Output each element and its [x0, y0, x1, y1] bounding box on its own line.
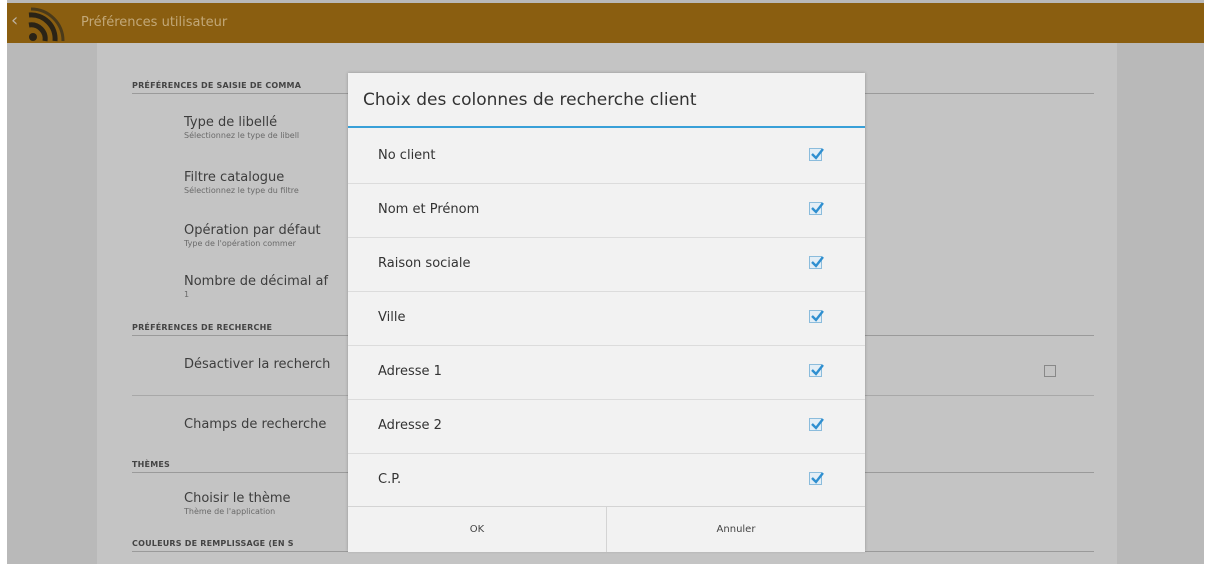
ok-button[interactable]: OK — [348, 507, 607, 552]
search-columns-dialog: Choix des colonnes de recherche client N… — [348, 73, 865, 552]
pref-summary: Sélectionnez le type du filtre — [184, 186, 299, 195]
pref-summary: Sélectionnez le type de libell — [184, 131, 300, 140]
checkmark-icon — [811, 472, 824, 484]
checkbox-checked[interactable] — [809, 418, 824, 431]
checkbox-checked[interactable] — [809, 256, 824, 269]
page-title: Préférences utilisateur — [81, 15, 228, 30]
list-item[interactable]: C.P. — [348, 453, 865, 507]
list-item[interactable]: Adresse 1 — [348, 345, 865, 400]
pref-choisir-theme[interactable]: Choisir le thème Thème de l'application — [184, 491, 290, 516]
list-item-label: Ville — [378, 310, 406, 325]
pref-filtre-catalogue[interactable]: Filtre catalogue Sélectionnez le type du… — [184, 170, 299, 195]
pref-title: Type de libellé — [184, 115, 278, 130]
list-item[interactable]: Raison sociale — [348, 237, 865, 292]
list-item-label: Raison sociale — [378, 256, 471, 271]
checkbox-checked[interactable] — [809, 364, 824, 377]
checkmark-icon — [811, 202, 824, 214]
list-item[interactable]: No client — [348, 129, 865, 184]
list-item-label: C.P. — [378, 472, 402, 487]
pref-nombre-decimal[interactable]: Nombre de décimal af 1 — [184, 274, 328, 299]
list-item-label: No client — [378, 148, 436, 163]
pref-title: Opération par défaut — [184, 223, 321, 238]
list-item[interactable]: Ville — [348, 291, 865, 346]
pref-desactiver-recherche[interactable]: Désactiver la recherch — [184, 357, 330, 372]
pref-title: Nombre de décimal af — [184, 274, 329, 289]
pref-title: Désactiver la recherch — [184, 357, 331, 372]
checkbox-checked[interactable] — [809, 202, 824, 215]
pref-operation-defaut[interactable]: Opération par défaut Type de l'opération… — [184, 223, 321, 248]
pref-title: Champs de recherche — [184, 417, 327, 432]
pref-summary: 1 — [184, 290, 190, 299]
checkbox-checked[interactable] — [809, 310, 824, 323]
pref-type-libelle[interactable]: Type de libellé Sélectionnez le type de … — [184, 115, 299, 140]
list-item-label: Adresse 1 — [378, 364, 442, 379]
dialog-title: Choix des colonnes de recherche client — [363, 90, 697, 110]
checkmark-icon — [811, 256, 824, 268]
list-item[interactable]: Adresse 2 — [348, 399, 865, 454]
pref-title: Filtre catalogue — [184, 170, 285, 185]
list-item[interactable]: Nom et Prénom — [348, 183, 865, 238]
pref-title: Choisir le thème — [184, 491, 291, 506]
rss-logo-icon[interactable] — [25, 7, 65, 43]
pref-summary: Thème de l'application — [184, 507, 276, 516]
checkbox-checked[interactable] — [809, 148, 824, 161]
checkmark-icon — [811, 310, 824, 322]
list-item-label: Nom et Prénom — [378, 202, 480, 217]
dialog-button-bar: OK Annuler — [348, 506, 865, 552]
action-bar: ‹ Préférences utilisateur — [7, 3, 1204, 43]
pref-champs-recherche[interactable]: Champs de recherche — [184, 417, 326, 432]
checkmark-icon — [811, 418, 824, 430]
pref-summary: Type de l'opération commer — [184, 239, 296, 248]
desactiver-recherche-checkbox[interactable] — [1044, 365, 1056, 377]
title-divider — [348, 126, 865, 128]
list-item-label: Adresse 2 — [378, 418, 442, 433]
cancel-button[interactable]: Annuler — [607, 507, 865, 552]
checkmark-icon — [811, 148, 824, 160]
checkbox-checked[interactable] — [809, 472, 824, 485]
checkmark-icon — [811, 364, 824, 376]
chevron-left-icon[interactable]: ‹ — [11, 11, 18, 31]
